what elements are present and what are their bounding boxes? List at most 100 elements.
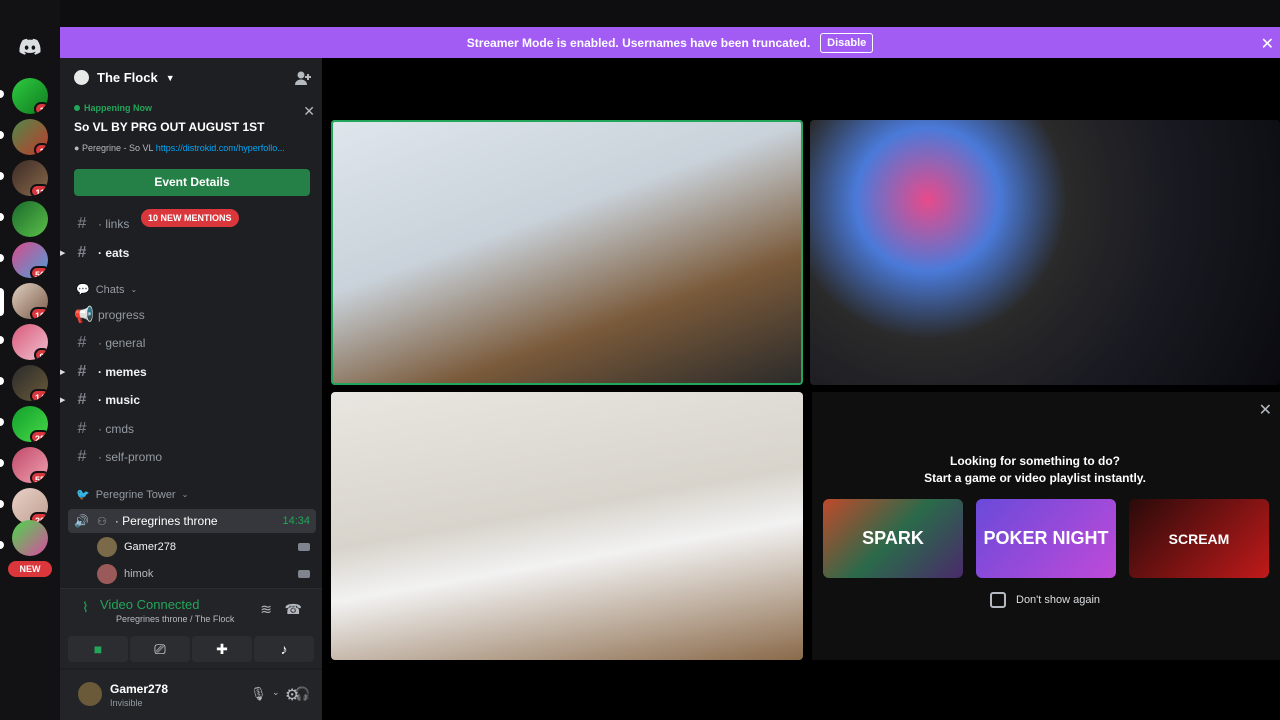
activity-card-poker-night[interactable]: POKER NIGHT bbox=[976, 499, 1116, 578]
activities-button[interactable]: ✚ bbox=[192, 636, 252, 662]
connection-status[interactable]: Video Connected bbox=[100, 597, 200, 612]
close-icon[interactable]: ✕ bbox=[1259, 400, 1272, 420]
channel-label: · eats bbox=[98, 246, 130, 260]
new-servers-pill[interactable]: NEW bbox=[8, 561, 52, 577]
channel-eats[interactable]: ▶ # · eats bbox=[60, 242, 130, 264]
channel-label: · music bbox=[98, 393, 141, 407]
microphone-icon[interactable]: 🎙 bbox=[250, 686, 267, 702]
event-details-button[interactable]: Event Details bbox=[74, 169, 310, 196]
category-chats[interactable]: 💬 Chats ⌄ bbox=[76, 283, 138, 297]
invite-people-icon[interactable] bbox=[294, 70, 312, 86]
unread-arrow-icon: ▶ bbox=[60, 369, 66, 376]
banner-message: Streamer Mode is enabled. Usernames have… bbox=[466, 35, 811, 50]
voice-channel-timer: 14:34 bbox=[282, 515, 310, 527]
video-tile[interactable] bbox=[331, 392, 803, 660]
member-name: himok bbox=[124, 568, 154, 580]
server-header[interactable]: The Flock ▼ bbox=[74, 70, 175, 85]
server-rail: 1 1 11 56 10 9 14 28 55 20 NEW bbox=[0, 0, 60, 720]
channel-links[interactable]: # · links bbox=[74, 213, 130, 235]
event-link[interactable]: https://distrokid.com/hyperfollo... bbox=[156, 143, 285, 153]
mention-badge: 1 bbox=[34, 102, 48, 114]
hash-icon: # bbox=[77, 448, 87, 465]
channel-cmds[interactable]: # · cmds bbox=[74, 418, 134, 440]
hash-icon: # bbox=[77, 244, 87, 261]
mention-badge: 28 bbox=[29, 430, 48, 442]
mention-badge: 56 bbox=[29, 266, 48, 278]
signal-icon: ⌇ bbox=[82, 599, 89, 615]
avatar[interactable] bbox=[78, 682, 102, 706]
server-icon[interactable]: 28 bbox=[12, 406, 48, 442]
event-card: Happening Now So VL BY PRG OUT AUGUST 1S… bbox=[74, 103, 315, 153]
user-name[interactable]: Gamer278 bbox=[110, 682, 168, 696]
disconnect-icon[interactable]: ☎ bbox=[285, 601, 302, 618]
server-icon[interactable]: 9 bbox=[12, 324, 48, 360]
server-icon[interactable]: 11 bbox=[12, 160, 48, 196]
channel-music[interactable]: ▶ # · music bbox=[60, 389, 141, 411]
connection-location[interactable]: Peregrines throne / The Flock bbox=[116, 614, 234, 624]
location-pin-icon: ● bbox=[74, 143, 80, 153]
channel-label: · general bbox=[98, 336, 146, 350]
activity-card-spark[interactable]: SPARK bbox=[823, 499, 963, 578]
camera-button[interactable]: ■ bbox=[68, 636, 128, 662]
bird-icon: 🐦 bbox=[76, 489, 90, 501]
soundboard-button[interactable]: ♪ bbox=[254, 636, 314, 662]
unread-arrow-icon: ▶ bbox=[60, 250, 66, 257]
discord-home-icon[interactable] bbox=[19, 38, 41, 56]
channel-label: progress bbox=[98, 308, 145, 322]
channel-self-promo[interactable]: # · self-promo bbox=[74, 446, 162, 468]
server-icon[interactable]: 1 bbox=[12, 119, 48, 155]
chevron-down-icon: ⌄ bbox=[130, 285, 138, 294]
mention-badge: 10 bbox=[29, 307, 48, 319]
server-icon[interactable] bbox=[12, 520, 48, 556]
activity-card-scream[interactable]: SCREAM bbox=[1129, 499, 1269, 578]
voice-member[interactable]: Gamer278 bbox=[97, 537, 310, 557]
gear-icon[interactable]: ⚙ bbox=[285, 685, 299, 705]
dont-show-again[interactable]: Don't show again bbox=[990, 592, 1100, 608]
server-icon[interactable]: 20 bbox=[12, 488, 48, 524]
member-name: Gamer278 bbox=[124, 541, 176, 553]
video-camera-icon bbox=[298, 543, 310, 551]
channel-general[interactable]: # · general bbox=[74, 332, 146, 354]
server-icon[interactable] bbox=[12, 201, 48, 237]
server-icon[interactable]: 55 bbox=[12, 447, 48, 483]
user-panel: Gamer278 Invisible 🎙 ⌄ 🎧 ⚙ bbox=[60, 670, 322, 720]
discord-app: 1 1 11 56 10 9 14 28 55 20 NEW Streamer … bbox=[0, 0, 1280, 720]
server-icon[interactable]: 10 bbox=[12, 283, 48, 319]
voice-member[interactable]: himok bbox=[97, 564, 310, 584]
video-tile[interactable] bbox=[331, 120, 803, 385]
hash-icon: # bbox=[77, 363, 87, 380]
channel-label: · memes bbox=[98, 365, 147, 379]
activity-launcher: ✕ Looking for something to do? Start a g… bbox=[812, 392, 1280, 660]
voice-channel-user-icon: ⚇ bbox=[96, 515, 107, 528]
mention-badge: 11 bbox=[30, 184, 48, 196]
category-peregrine-tower[interactable]: 🐦 Peregrine Tower ⌄ bbox=[76, 488, 188, 502]
chat-bubble-icon: 💬 bbox=[76, 284, 90, 296]
server-icon[interactable]: 1 bbox=[12, 78, 48, 114]
voice-connection-panel: ⌇ Video Connected Peregrines throne / Th… bbox=[60, 588, 322, 668]
channel-memes[interactable]: ▶ # · memes bbox=[60, 361, 147, 383]
server-icon[interactable]: 14 bbox=[12, 365, 48, 401]
disable-button[interactable]: Disable bbox=[820, 32, 874, 53]
noise-suppression-icon[interactable]: ≋ bbox=[260, 601, 272, 618]
new-mentions-badge[interactable]: 10 NEW MENTIONS bbox=[141, 209, 239, 227]
checkbox[interactable] bbox=[990, 592, 1006, 608]
server-icon[interactable]: 56 bbox=[12, 242, 48, 278]
event-title: So VL BY PRG OUT AUGUST 1ST bbox=[74, 120, 265, 134]
close-icon[interactable]: ✕ bbox=[303, 103, 315, 120]
chevron-down-icon[interactable]: ⌄ bbox=[272, 687, 280, 698]
server-badge-icon bbox=[74, 70, 89, 85]
activity-subheading: Start a game or video playlist instantly… bbox=[924, 471, 1146, 485]
video-stage: ✕ Looking for something to do? Start a g… bbox=[322, 58, 1280, 720]
user-status: Invisible bbox=[110, 698, 143, 708]
video-tile[interactable] bbox=[810, 120, 1280, 385]
event-status: Happening Now bbox=[74, 103, 310, 113]
voice-channel-peregrines-throne[interactable]: 🔊 ⚇ · Peregrines throne 14:34 bbox=[68, 509, 316, 533]
close-icon[interactable]: ✕ bbox=[1261, 34, 1274, 54]
unread-indicator bbox=[0, 254, 4, 262]
unread-indicator bbox=[0, 213, 4, 221]
screen-share-icon: ⎚ bbox=[154, 640, 166, 657]
selected-indicator bbox=[0, 288, 4, 316]
category-label: Chats bbox=[95, 283, 125, 296]
screen-share-button[interactable]: ⎚ bbox=[130, 636, 190, 662]
channel-progress[interactable]: 📢 progress bbox=[74, 304, 145, 326]
